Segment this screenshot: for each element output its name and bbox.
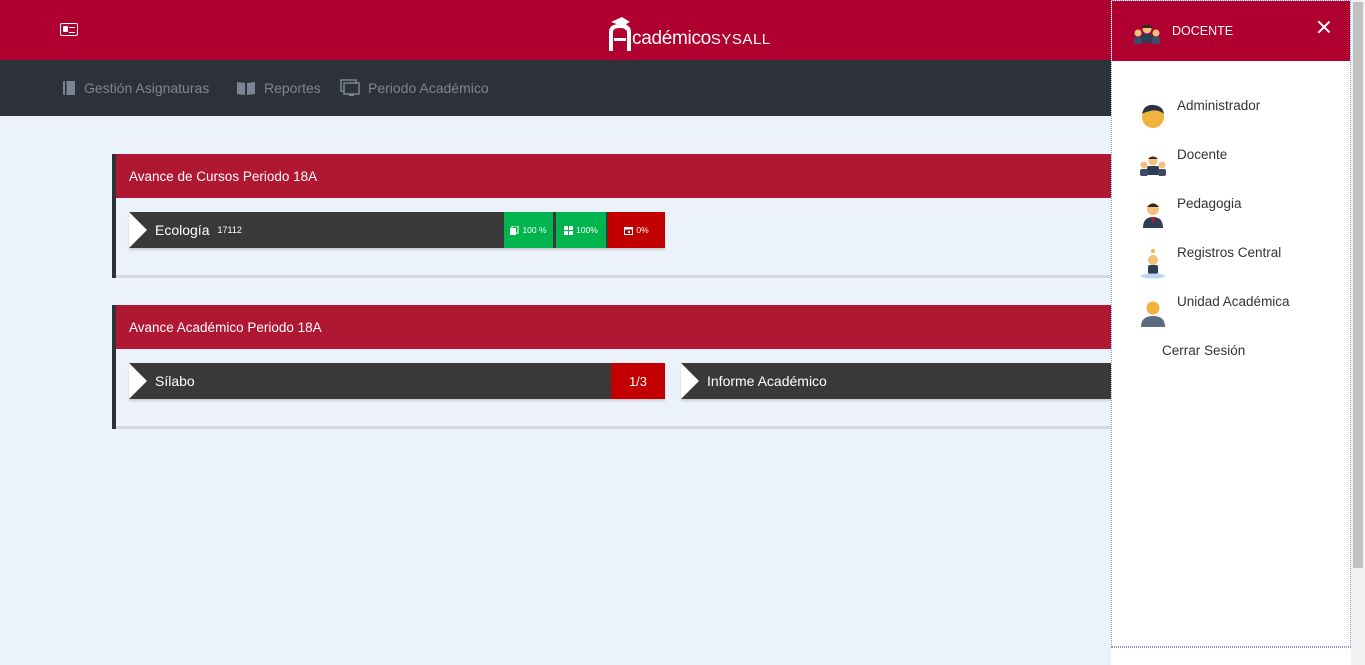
id-card-icon[interactable] bbox=[60, 23, 78, 36]
drawer-item-docente[interactable]: Docente bbox=[1112, 145, 1350, 185]
drawer-item-registros-central[interactable]: Registros Central bbox=[1112, 243, 1350, 283]
book-icon bbox=[63, 81, 75, 95]
copy-icon bbox=[510, 225, 519, 235]
role-drawer: DOCENTE Administrador Docente Pedagogia bbox=[1111, 0, 1351, 647]
nav-label: Gestión Asignaturas bbox=[84, 80, 210, 96]
open-book-icon bbox=[237, 82, 255, 95]
drawer-title: DOCENTE bbox=[1172, 24, 1234, 38]
close-icon[interactable] bbox=[1317, 20, 1331, 34]
registry-avatar-icon bbox=[1141, 249, 1165, 279]
course-code: 17112 bbox=[217, 225, 242, 235]
nav-item-reportes[interactable]: Reportes bbox=[236, 60, 321, 116]
syllabus-progress-badge[interactable]: 100 % bbox=[504, 212, 553, 248]
drawer-item-label: Unidad Académica bbox=[1177, 294, 1290, 309]
page-scrollbar-thumb[interactable] bbox=[1353, 2, 1363, 568]
drawer-item-unidad-academica[interactable]: Unidad Académica bbox=[1112, 292, 1350, 332]
academic-unit-avatar-icon bbox=[1141, 301, 1165, 327]
drawer-header: DOCENTE bbox=[1112, 1, 1350, 61]
arrow-marker-icon bbox=[129, 212, 147, 248]
nav-item-periodo-academico[interactable]: Periodo Académico bbox=[340, 60, 489, 116]
silabo-label: Sílabo bbox=[155, 373, 195, 389]
administrator-avatar-icon bbox=[1142, 104, 1164, 128]
teachers-group-icon bbox=[1134, 24, 1160, 44]
monitor-icon bbox=[340, 79, 360, 96]
nav-label: Periodo Académico bbox=[368, 80, 489, 96]
silabo-row[interactable]: Sílabo 1/3 bbox=[129, 363, 665, 399]
app-logo[interactable]: cadémicoSYSALL bbox=[608, 10, 771, 52]
pedagogy-avatar-icon bbox=[1143, 203, 1163, 228]
nav-item-gestion-asignaturas[interactable]: Gestión Asignaturas bbox=[62, 60, 209, 116]
badge-value: 100% bbox=[576, 225, 598, 235]
logo-suffix: SYSALL bbox=[710, 31, 771, 48]
informe-row[interactable]: Informe Académico bbox=[681, 363, 1116, 399]
arrow-marker-icon bbox=[129, 363, 147, 399]
grid-icon bbox=[564, 225, 574, 235]
logo-brand: cadémico bbox=[632, 28, 711, 49]
content-progress-badge[interactable]: 100% bbox=[556, 212, 606, 248]
badge-value: 0% bbox=[636, 225, 649, 235]
drawer-item-label: Docente bbox=[1177, 147, 1228, 162]
academic-progress-panel: Avance Académico Periodo 18A Sílabo 1/3 … bbox=[112, 305, 1116, 429]
badge-value: 100 % bbox=[522, 225, 547, 235]
drawer-item-pedagogia[interactable]: Pedagogia bbox=[1112, 194, 1350, 234]
informe-label: Informe Académico bbox=[707, 373, 827, 389]
drawer-footer bbox=[1111, 647, 1351, 665]
logo-mark-icon bbox=[608, 14, 632, 52]
logout-link[interactable]: Cerrar Sesión bbox=[1162, 341, 1245, 361]
panel-divider bbox=[116, 275, 1112, 278]
calendar-icon bbox=[624, 226, 634, 235]
panel-title: Avance Académico Periodo 18A bbox=[116, 305, 1112, 349]
silabo-count-badge[interactable]: 1/3 bbox=[611, 363, 665, 399]
course-name: Ecología bbox=[155, 222, 210, 238]
teachers-group-icon bbox=[1140, 156, 1166, 176]
course-row[interactable]: Ecología 17112 100 % 100% 0% bbox=[129, 212, 665, 248]
calendar-progress-badge[interactable]: 0% bbox=[608, 212, 665, 248]
courses-progress-panel: Avance de Cursos Periodo 18A Ecología 17… bbox=[112, 154, 1112, 278]
arrow-marker-icon bbox=[681, 363, 699, 399]
course-label: Ecología 17112 bbox=[155, 212, 242, 248]
drawer-item-label: Pedagogia bbox=[1177, 196, 1242, 211]
panel-divider bbox=[116, 426, 1112, 429]
drawer-item-label: Administrador bbox=[1177, 98, 1261, 113]
drawer-item-administrador[interactable]: Administrador bbox=[1112, 96, 1350, 136]
panel-title: Avance de Cursos Periodo 18A bbox=[116, 154, 1112, 198]
nav-label: Reportes bbox=[264, 80, 321, 96]
drawer-item-label: Registros Central bbox=[1177, 245, 1282, 260]
